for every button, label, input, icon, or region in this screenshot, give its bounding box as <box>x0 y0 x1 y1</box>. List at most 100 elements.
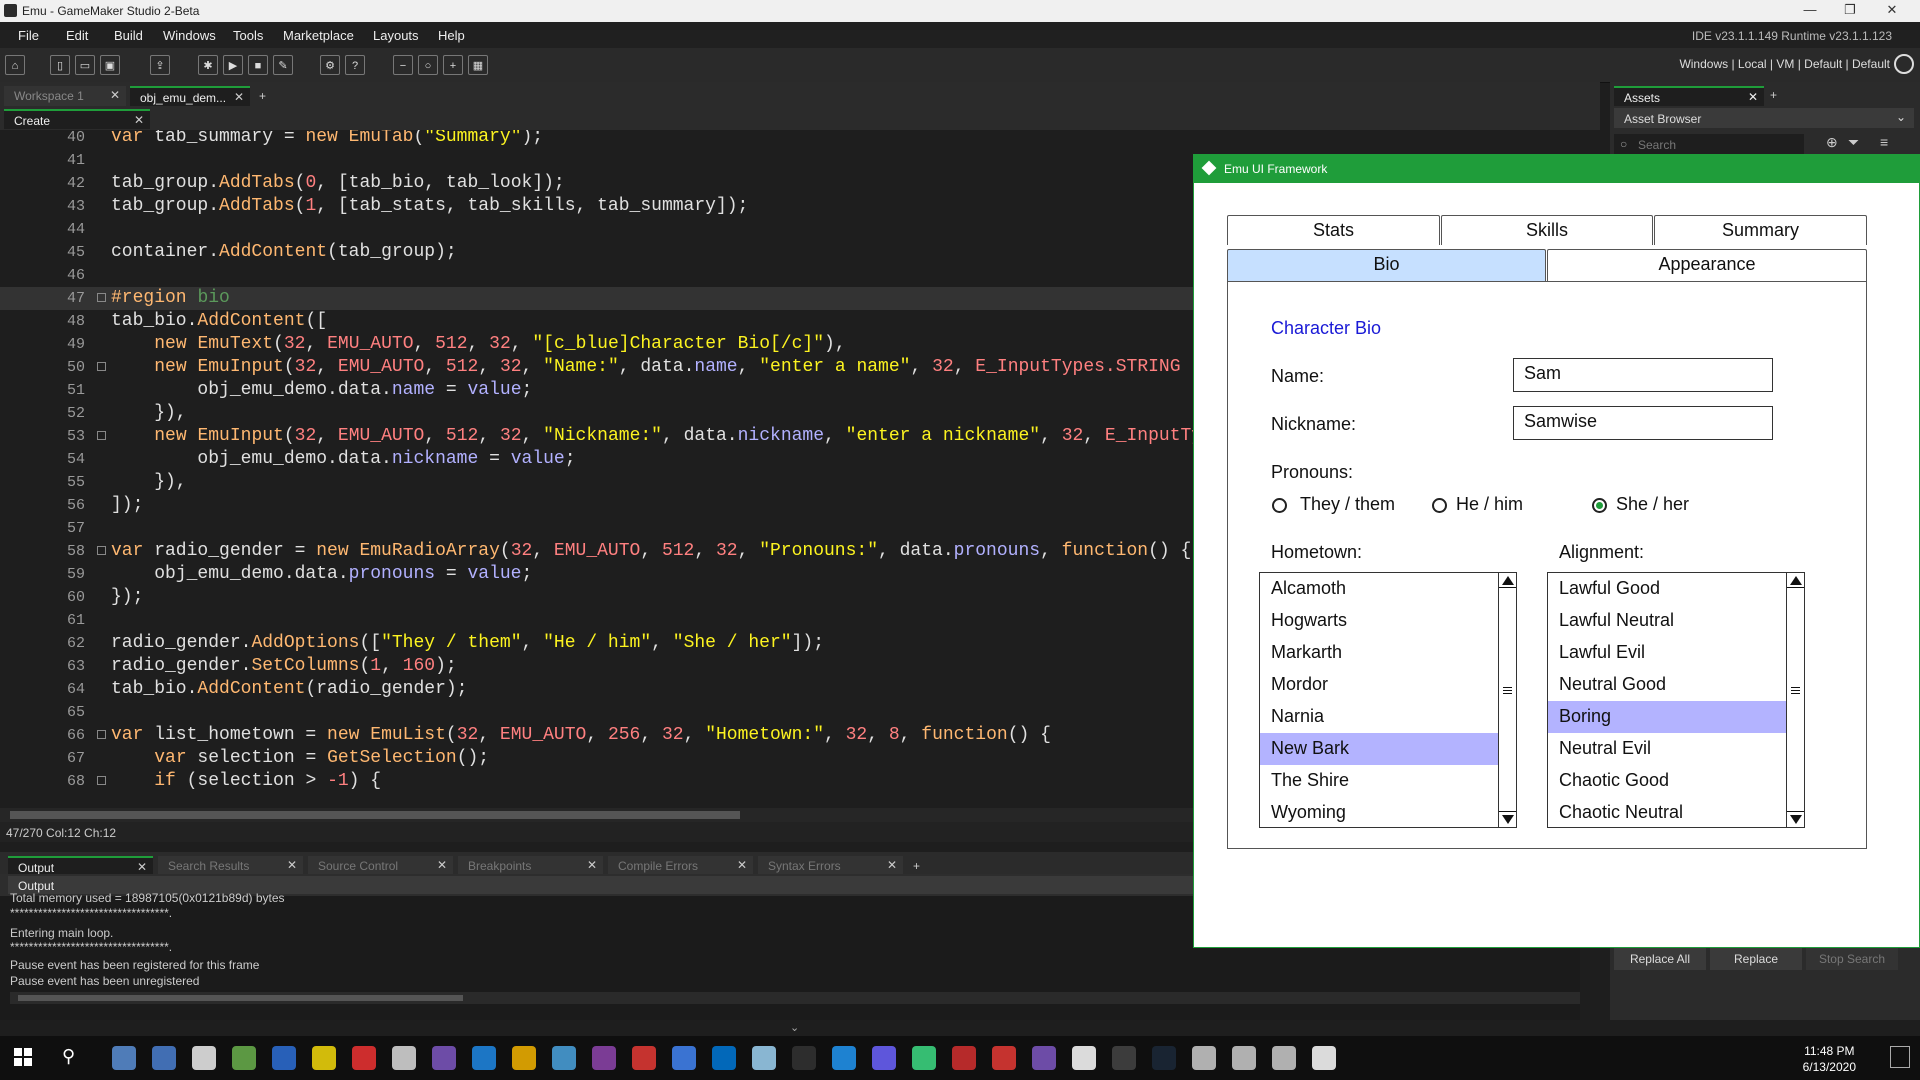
taskbar-app-icon[interactable] <box>1232 1046 1256 1070</box>
debug-icon[interactable]: ✱ <box>198 55 218 75</box>
list-item[interactable]: The Shire <box>1260 765 1498 797</box>
list-item[interactable]: Mordor <box>1260 669 1498 701</box>
taskbar-app-icon[interactable] <box>632 1046 656 1070</box>
stop-icon[interactable]: ■ <box>248 55 268 75</box>
taskbar-app-icon[interactable] <box>752 1046 776 1070</box>
layout-icon[interactable]: ▦ <box>468 55 488 75</box>
minimize-icon[interactable]: — <box>1790 2 1830 17</box>
save-icon[interactable]: ▣ <box>100 55 120 75</box>
taskbar-app-icon[interactable] <box>112 1046 136 1070</box>
taskbar-app-icon[interactable] <box>192 1046 216 1070</box>
close-icon[interactable]: ✕ <box>1748 90 1758 104</box>
chevron-down-icon[interactable]: ⌄ <box>790 1021 799 1034</box>
list-item[interactable]: Wyoming <box>1260 797 1498 827</box>
tab-appearance[interactable]: Appearance <box>1547 249 1867 281</box>
menu-icon[interactable]: ≡ <box>1880 134 1888 150</box>
scroll-down-icon[interactable] <box>1502 815 1514 824</box>
settings-icon[interactable]: ⚙ <box>320 55 340 75</box>
code-line[interactable]: 46 <box>0 264 1195 287</box>
hometown-list[interactable]: Wyoming The Shire New Bark Narnia Mordor Mark… <box>1259 572 1517 828</box>
tab-assets[interactable]: Assets ✕ <box>1614 86 1764 106</box>
run-icon[interactable]: ▶ <box>223 55 243 75</box>
close-icon[interactable]: ✕ <box>234 90 244 104</box>
code-line[interactable]: 56]); <box>0 494 1195 517</box>
tab-obj-emu-demo[interactable]: obj_emu_dem... ✕ <box>130 86 250 106</box>
radio-she-her[interactable]: She / her <box>1592 494 1722 518</box>
taskbar-app-icon[interactable] <box>232 1046 256 1070</box>
code-line[interactable]: 49 new EmuText(32, EMU_AUTO, 512, 32, "[… <box>0 333 1195 356</box>
code-line[interactable]: 67 var selection = GetSelection(); <box>0 747 1195 770</box>
code-line[interactable]: 59 obj_emu_demo.data.pronouns = value; <box>0 563 1195 586</box>
add-tab-icon[interactable]: + <box>1770 88 1777 102</box>
taskbar-app-icon[interactable] <box>872 1046 896 1070</box>
taskbar-app-icon[interactable] <box>792 1046 816 1070</box>
filter-icon[interactable]: ⏷ <box>1848 134 1859 151</box>
code-line[interactable]: 52 }), <box>0 402 1195 425</box>
taskbar-app-icon[interactable] <box>152 1046 176 1070</box>
list-item[interactable]: Lawful Neutral <box>1548 605 1786 637</box>
taskbar-app-icon[interactable] <box>432 1046 456 1070</box>
list-item[interactable]: Boring <box>1548 701 1786 733</box>
tab-create-event[interactable]: Create ✕ <box>4 109 150 129</box>
taskbar-app-icon[interactable] <box>712 1046 736 1070</box>
code-line[interactable]: 65 <box>0 701 1195 724</box>
code-line[interactable]: 51 obj_emu_demo.data.name = value; <box>0 379 1195 402</box>
alignment-list[interactable]: Chaotic Neutral Chaotic Good Neutral Evil B… <box>1547 572 1805 828</box>
list-item[interactable]: Hogwarts <box>1260 605 1498 637</box>
list-item[interactable]: New Bark <box>1260 733 1498 765</box>
list-scrollbar[interactable] <box>1786 573 1804 827</box>
taskbar-app-icon[interactable] <box>1072 1046 1096 1070</box>
add-asset-icon[interactable]: ⊕ <box>1826 134 1838 151</box>
close-icon[interactable]: ✕ <box>1872 2 1912 18</box>
list-item[interactable]: Neutral Evil <box>1548 733 1786 765</box>
taskbar-app-icon[interactable] <box>352 1046 376 1070</box>
fold-toggle-icon[interactable] <box>97 546 106 555</box>
tab-stats[interactable]: Stats <box>1227 215 1440 245</box>
menu-build[interactable]: Build <box>114 28 143 43</box>
code-line[interactable]: 60}); <box>0 586 1195 609</box>
tab-summary[interactable]: Summary <box>1654 215 1867 245</box>
code-line[interactable]: 57 <box>0 517 1195 540</box>
menu-edit[interactable]: Edit <box>66 28 88 43</box>
close-icon[interactable]: ✕ <box>137 860 147 874</box>
menu-layouts[interactable]: Layouts <box>373 28 419 43</box>
asset-browser-dropdown[interactable]: Asset Browser ⌄ <box>1614 108 1914 128</box>
tab-skills[interactable]: Skills <box>1441 215 1653 245</box>
list-item[interactable]: Lawful Good <box>1548 573 1786 605</box>
output-hscrollbar[interactable] <box>10 992 1580 1004</box>
code-line[interactable]: 42 tab_group.AddTabs(0, [tab_bio, tab_loo… <box>0 172 1195 195</box>
close-icon[interactable]: ✕ <box>737 858 747 872</box>
code-line[interactable]: 50 new EmuInput(32, EMU_AUTO, 512, 32, "… <box>0 356 1195 379</box>
tab-workspace-1[interactable]: Workspace 1 ✕ <box>4 86 126 106</box>
scroll-down-icon[interactable] <box>1790 815 1802 824</box>
taskbar-app-icon[interactable] <box>832 1046 856 1070</box>
list-item[interactable]: Lawful Evil <box>1548 637 1786 669</box>
notifications-icon[interactable] <box>1890 1046 1910 1068</box>
target-gear-icon[interactable] <box>1894 54 1914 74</box>
taskbar-clock[interactable]: 11:48 PM 6/13/2020 <box>1803 1043 1856 1075</box>
code-line[interactable]: 68 if (selection > -1) { <box>0 770 1195 793</box>
code-line[interactable]: 63 radio_gender.SetColumns(1, 160); <box>0 655 1195 678</box>
code-line[interactable]: 44 <box>0 218 1195 241</box>
code-line[interactable]: 66 var list_hometown = new EmuList(32, EM… <box>0 724 1195 747</box>
radio-button[interactable] <box>1272 498 1287 513</box>
tab-breakpoints[interactable]: Breakpoints ✕ <box>458 856 603 876</box>
editor-horizontal-scrollbar[interactable] <box>0 808 1195 822</box>
code-editor[interactable]: 40 var tab_summary = new EmuTab("Summary"… <box>0 130 1195 808</box>
replace-all-button[interactable]: Replace All <box>1614 948 1706 970</box>
taskbar-app-icon[interactable] <box>272 1046 296 1070</box>
zoom-in-icon[interactable]: + <box>443 55 463 75</box>
taskbar-app-icon[interactable] <box>392 1046 416 1070</box>
close-icon[interactable]: ✕ <box>134 113 144 127</box>
close-icon[interactable]: ✕ <box>587 858 597 872</box>
tab-bio[interactable]: Bio <box>1227 249 1546 281</box>
code-line[interactable]: 58 var radio_gender = new EmuRadioArray(3… <box>0 540 1195 563</box>
code-line[interactable]: 55 }), <box>0 471 1195 494</box>
fold-toggle-icon[interactable] <box>97 362 106 371</box>
list-item[interactable]: Alcamoth <box>1260 573 1498 605</box>
scroll-up-icon[interactable] <box>1790 576 1802 585</box>
taskbar-app-icon[interactable] <box>672 1046 696 1070</box>
fold-toggle-icon[interactable] <box>97 776 106 785</box>
close-icon[interactable]: ✕ <box>437 858 447 872</box>
new-project-icon[interactable]: ▯ <box>50 55 70 75</box>
